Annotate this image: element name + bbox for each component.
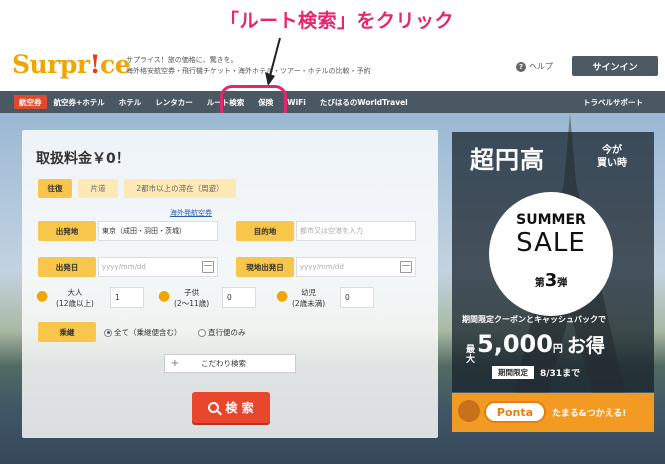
logo[interactable]: Surpr!ce (12, 50, 131, 79)
promo-banner[interactable]: 超円高 今が 買い時 SUMMER SALE 第3弾 期間限定クーポンとキャッシ… (452, 132, 654, 392)
search-button[interactable]: 検 索 (192, 392, 270, 423)
ponta-logo: Ponta (484, 401, 546, 423)
child-icon: ● (158, 288, 171, 304)
origin-label: 出発地 (38, 221, 96, 241)
coupon-text: 期間限定クーポンとキャッシュバックで (462, 315, 606, 324)
promo-subtitle: 今が 買い時 (597, 144, 627, 170)
child-label-2: (2〜11歳) (174, 299, 210, 308)
trip-multicity[interactable]: 2都市以上の滞在（周遊） (124, 179, 236, 198)
infant-label-1: 幼児 (301, 288, 317, 297)
annotation-arrow (265, 37, 281, 86)
nav-rental-car[interactable]: レンタカー (148, 97, 200, 108)
adult-label-1: 大人 (67, 288, 83, 297)
infant-label: 幼児 (2歳未満) (292, 287, 325, 309)
radio-unselected-icon (198, 328, 206, 337)
transfer-all-radio[interactable]: 全て（乗継便含む） (104, 327, 182, 338)
return-date-input[interactable]: yyyy/mm/dd (296, 257, 416, 277)
transfer-direct-radio[interactable]: 直行便のみ (198, 327, 246, 338)
help-icon: ? (516, 61, 526, 72)
trip-round[interactable]: 往復 (38, 179, 72, 198)
ponta-mascot-icon (458, 400, 480, 422)
adult-label: 大人 (12歳以上) (56, 287, 94, 309)
return-date-placeholder: yyyy/mm/dd (300, 263, 344, 271)
depart-date-placeholder: yyyy/mm/dd (102, 263, 146, 271)
destination-input[interactable]: 都市又は空港を入力 (296, 221, 416, 241)
destination-label: 目的地 (236, 221, 294, 241)
nav-hotel[interactable]: ホテル (112, 97, 149, 108)
logo-main: Surpr (12, 50, 90, 79)
nav-world-travel[interactable]: たびはるのWorldTravel (313, 97, 415, 108)
fee-title: 取扱料金￥0！ (36, 151, 130, 167)
infant-label-2: (2歳未満) (292, 299, 326, 308)
child-count-input[interactable]: 0 (222, 287, 256, 308)
child-label-1: 子供 (184, 288, 200, 297)
ponta-text: たまる&つかえる! (552, 409, 627, 419)
origin-input[interactable]: 東京（成田・羽田・茨城） (98, 221, 218, 241)
calendar-icon[interactable] (202, 261, 214, 273)
main-nav: 航空券 航空券+ホテル ホテル レンタカー ルート検索 保険 WiFi たびはる… (0, 91, 665, 113)
logo-bang: ! (89, 50, 101, 79)
annotation-text: 「ルート検索」をクリック (220, 10, 455, 32)
tagline-line-1: サプライス！旅の価格に、驚きを。 (126, 56, 238, 64)
tagline: サプライス！旅の価格に、驚きを。 海外格安航空券・飛行機チケット・海外ホテル・ツ… (126, 55, 371, 77)
trip-oneway[interactable]: 片道 (78, 179, 118, 198)
ponta-banner[interactable]: Ponta たまる&つかえる! (452, 393, 654, 432)
yen-unit: 円 (552, 344, 563, 355)
return-date-label: 現地出発日 (236, 257, 294, 277)
sale-circle: SUMMER SALE 第3弾 (489, 192, 613, 316)
wave-pre: 第 (534, 278, 545, 289)
limited-period: 期間限定 8/31まで (492, 366, 580, 379)
nav-travel-support[interactable]: トラベルサポート (583, 97, 643, 108)
nav-flights[interactable]: 航空券 (14, 95, 47, 109)
summer-text: SUMMER (516, 212, 586, 228)
transfer-all-label: 全て（乗継便含む） (114, 328, 182, 337)
radio-selected-icon (104, 328, 112, 337)
transfer-label: 乗継 (38, 322, 96, 342)
calendar-icon[interactable] (400, 261, 412, 273)
adult-label-2: (12歳以上) (56, 299, 94, 308)
preference-search-toggle[interactable]: + こだわり検索 (164, 354, 296, 373)
until-date: 8/31まで (540, 369, 581, 379)
adult-icon: ● (36, 288, 49, 304)
overseas-departure-link[interactable]: 海外発航空券 (170, 208, 212, 218)
wave-post: 弾 (557, 278, 568, 289)
max-label: 最大 (466, 345, 476, 365)
preference-search-label: こだわり検索 (201, 359, 246, 368)
infant-count-input[interactable]: 0 (340, 287, 374, 308)
depart-date-label: 出発日 (38, 257, 96, 277)
max-discount: 最大 5,000 円 お得 (466, 330, 605, 365)
help-label: ヘルプ (529, 62, 553, 71)
help-link[interactable]: ? ヘルプ (516, 61, 553, 72)
sale-text: SALE (516, 228, 586, 258)
infant-icon: ● (276, 288, 289, 304)
tagline-line-2: 海外格安航空券・飛行機チケット・海外ホテル・ツアー・ホテルの比較・予約 (126, 67, 371, 75)
depart-date-input[interactable]: yyyy/mm/dd (98, 257, 218, 277)
transfer-direct-label: 直行便のみ (208, 328, 246, 337)
plus-icon: + (170, 358, 180, 369)
deal-text: お得 (566, 335, 605, 357)
signin-button[interactable]: サインイン (572, 56, 658, 76)
search-button-label: 検 索 (225, 401, 254, 415)
promo-title: 超円高 (470, 146, 545, 174)
nav-flight-hotel[interactable]: 航空券+ホテル (47, 97, 112, 108)
search-panel: 取扱料金￥0！ 往復 片道 2都市以上の滞在（周遊） 海外発航空券 出発地 東京… (22, 130, 438, 438)
adult-count-input[interactable]: 1 (110, 287, 144, 308)
max-amount: 5,000 (477, 330, 553, 358)
wave-num: 3 (544, 270, 558, 291)
child-label: 子供 (2〜11歳) (174, 287, 209, 309)
search-icon (208, 402, 220, 413)
limited-tag: 期間限定 (492, 366, 534, 379)
promo-subtitle-1: 今が (602, 145, 622, 156)
promo-subtitle-2: 買い時 (597, 158, 627, 169)
wave-text: 第3弾 (489, 270, 613, 291)
